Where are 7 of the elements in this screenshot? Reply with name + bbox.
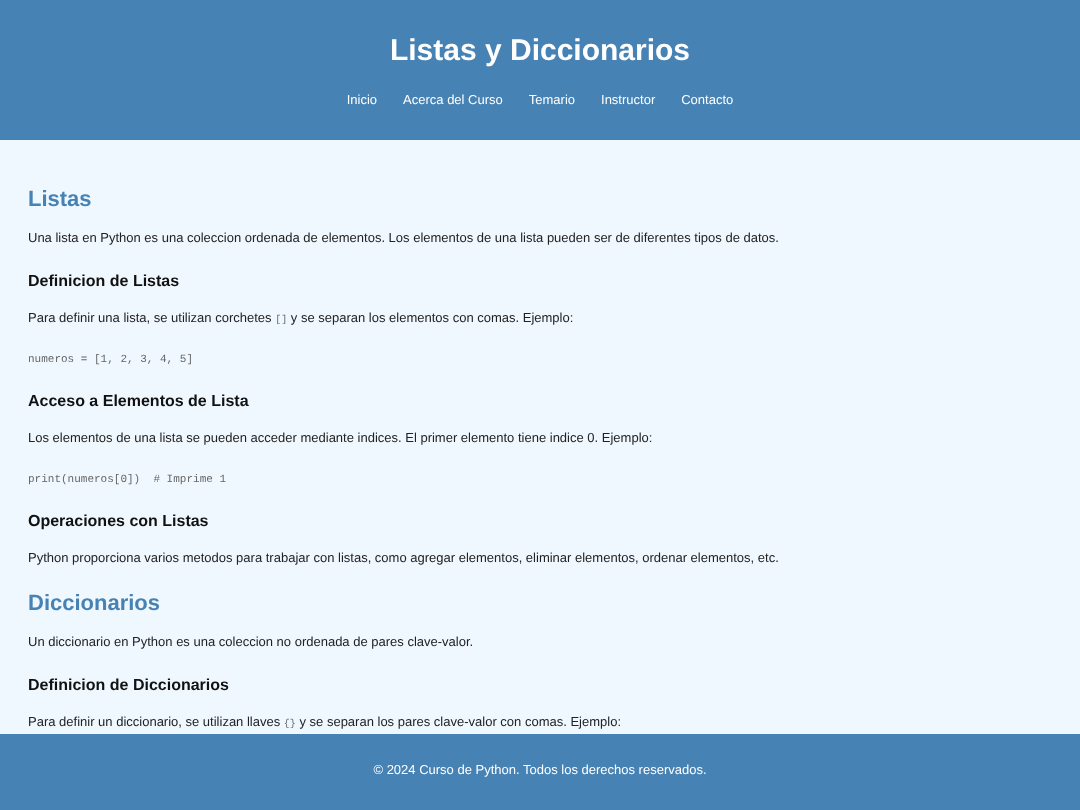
section-heading: Diccionarios [28, 590, 163, 618]
subsection-heading: Definicion de Listas [28, 270, 182, 292]
subsection-heading: Acceso a Elementos de Lista [28, 390, 251, 412]
subsection-heading: Definicion de Diccionarios [28, 674, 231, 696]
section-heading: Listas [28, 186, 94, 214]
subsection-heading: Operaciones con Listas [28, 510, 211, 532]
site-title: Listas y Diccionarios [389, 32, 691, 72]
